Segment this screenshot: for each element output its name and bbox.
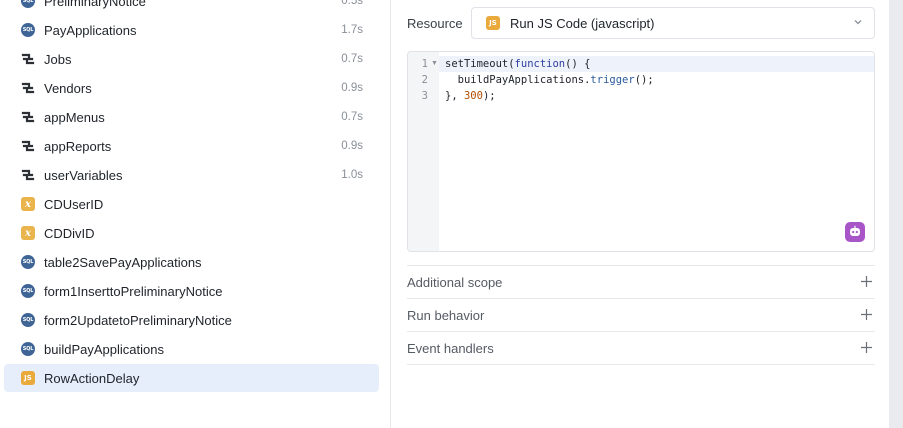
- plus-icon[interactable]: [860, 308, 873, 321]
- sql-icon: SQL: [21, 23, 35, 37]
- variable-icon: x: [21, 226, 35, 240]
- sql-icon: SQL: [21, 0, 35, 8]
- plus-icon[interactable]: [860, 275, 873, 288]
- query-name: form1InserttoPreliminaryNotice: [44, 284, 223, 299]
- query-name: PayApplications: [44, 23, 137, 38]
- scrollbar[interactable]: [889, 0, 903, 428]
- section-label: Run behavior: [407, 308, 485, 323]
- line-number: 1: [421, 58, 428, 70]
- line-number: 2: [421, 74, 428, 86]
- query-name: form2UpdatetoPreliminaryNotice: [44, 313, 232, 328]
- workflow-icon: [21, 139, 35, 153]
- js-icon: JS: [486, 16, 500, 30]
- robot-icon: [850, 225, 860, 236]
- query-item-appreports[interactable]: appReports 0.9s: [4, 132, 379, 160]
- query-runtime: 1.7s: [341, 24, 363, 36]
- query-runtime: 1.0s: [341, 169, 363, 181]
- section-event-handlers[interactable]: Event handlers: [407, 331, 875, 364]
- query-item-preliminarynotice[interactable]: SQL PreliminaryNotice 0.5s: [4, 0, 379, 15]
- query-runtime: 0.7s: [341, 111, 363, 123]
- chevron-down-icon: [854, 20, 862, 25]
- section-label: Event handlers: [407, 341, 494, 356]
- workflow-icon: [21, 110, 35, 124]
- line-number: 3: [421, 90, 428, 102]
- query-item-cddivid[interactable]: x CDDivID: [4, 219, 379, 247]
- query-item-buildpayapplications[interactable]: SQL buildPayApplications: [4, 335, 379, 363]
- query-name: appReports: [44, 139, 112, 154]
- query-name: Jobs: [44, 52, 72, 67]
- query-name: Vendors: [44, 81, 92, 96]
- query-runtime: 0.5s: [341, 0, 363, 7]
- query-item-rowactiondelay[interactable]: JS RowActionDelay: [4, 364, 379, 392]
- plus-icon[interactable]: [860, 341, 873, 354]
- workflow-icon: [21, 168, 35, 182]
- section-run-behavior[interactable]: Run behavior: [407, 298, 875, 331]
- resource-value: Run JS Code (javascript): [510, 16, 655, 31]
- query-list-panel: SQL PreliminaryNotice 0.5s SQL PayApplic…: [0, 0, 391, 428]
- sql-icon: SQL: [21, 255, 35, 269]
- query-item-vendors[interactable]: Vendors 0.9s: [4, 74, 379, 102]
- divider: [407, 364, 875, 365]
- workflow-icon: [21, 52, 35, 66]
- query-item-cduserid[interactable]: x CDUserID: [4, 190, 379, 218]
- query-item-payapplications[interactable]: SQL PayApplications 1.7s: [4, 16, 379, 44]
- resource-label: Resource: [407, 16, 463, 31]
- query-name: CDDivID: [44, 226, 95, 241]
- query-item-form2updatetopreliminarynotice[interactable]: SQL form2UpdatetoPreliminaryNotice: [4, 306, 379, 334]
- query-name: table2SavePayApplications: [44, 255, 202, 270]
- sql-icon: SQL: [21, 342, 35, 356]
- query-name: CDUserID: [44, 197, 104, 212]
- query-runtime: 0.9s: [341, 140, 363, 152]
- query-runtime: 0.7s: [341, 53, 363, 65]
- query-item-jobs[interactable]: Jobs 0.7s: [4, 45, 379, 73]
- section-additional-scope[interactable]: Additional scope: [407, 265, 875, 298]
- workflow-icon: [21, 81, 35, 95]
- fold-chevron-icon[interactable]: ▼: [431, 60, 438, 67]
- code-line-3: }, 300);: [445, 90, 496, 102]
- code-line-1: setTimeout(function() {: [445, 58, 591, 70]
- query-name: RowActionDelay: [44, 371, 140, 386]
- query-runtime: 0.9s: [341, 82, 363, 94]
- query-name: PreliminaryNotice: [44, 0, 146, 9]
- code-line-2: buildPayApplications.trigger();: [457, 74, 654, 86]
- query-editor-panel: Resource JS Run JS Code (javascript) 1 2…: [392, 0, 889, 428]
- sql-icon: SQL: [21, 313, 35, 327]
- query-item-form1inserttopreliminarynotice[interactable]: SQL form1InserttoPreliminaryNotice: [4, 277, 379, 305]
- query-item-table2savepayapplications[interactable]: SQL table2SavePayApplications: [4, 248, 379, 276]
- query-name: buildPayApplications: [44, 342, 164, 357]
- query-name: userVariables: [44, 168, 123, 183]
- section-label: Additional scope: [407, 275, 503, 290]
- js-icon: JS: [21, 371, 35, 385]
- query-name: appMenus: [44, 110, 105, 125]
- query-item-uservariables[interactable]: userVariables 1.0s: [4, 161, 379, 189]
- resource-select[interactable]: JS Run JS Code (javascript): [471, 7, 875, 39]
- variable-icon: x: [21, 197, 35, 211]
- ai-assistant-button[interactable]: [845, 222, 865, 242]
- sql-icon: SQL: [21, 284, 35, 298]
- query-item-appmenus[interactable]: appMenus 0.7s: [4, 103, 379, 131]
- code-editor[interactable]: 1 2 3 ▼ setTimeout(function() { buildPay…: [407, 51, 875, 252]
